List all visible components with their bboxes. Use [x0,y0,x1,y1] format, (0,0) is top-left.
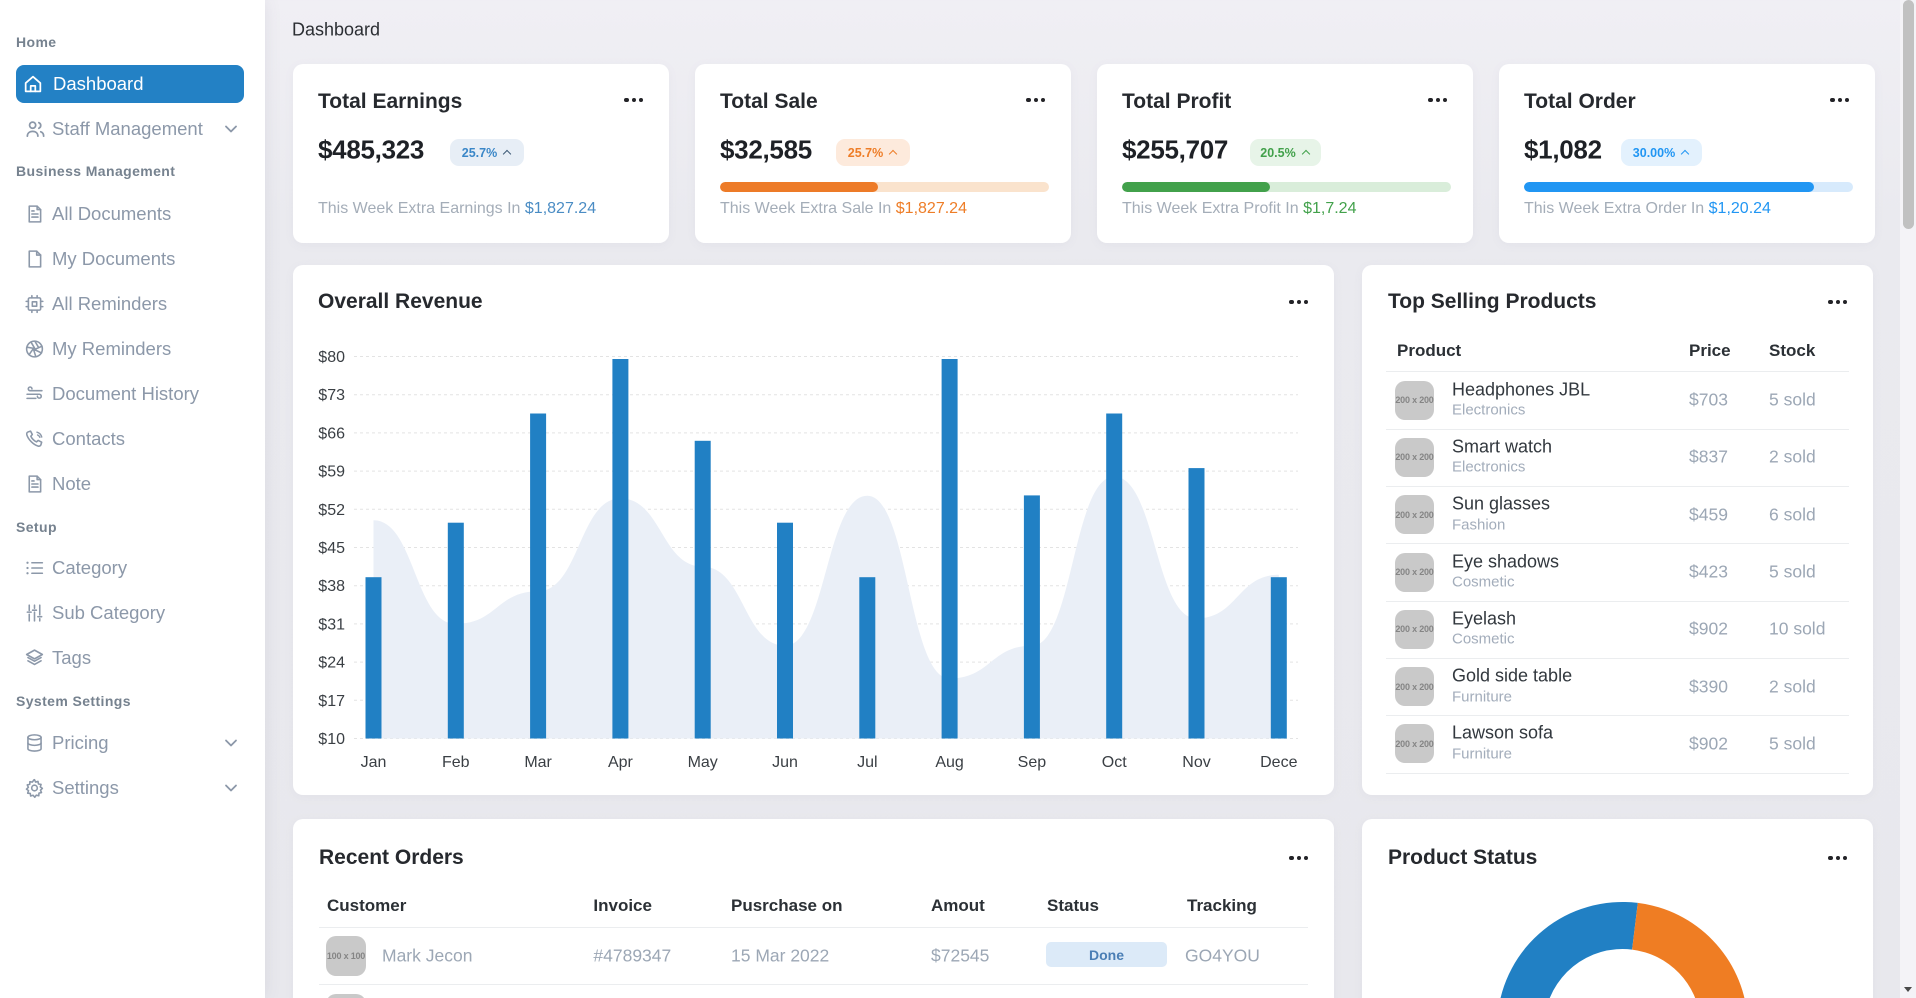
svg-text:Feb: Feb [442,754,470,771]
svg-text:Dece: Dece [1260,754,1297,771]
svg-text:Jul: Jul [857,754,877,771]
svg-text:Apr: Apr [608,754,634,771]
svg-text:$31: $31 [318,616,345,633]
svg-text:$66: $66 [318,425,345,442]
svg-text:Sep: Sep [1018,754,1047,771]
svg-text:$45: $45 [318,540,345,557]
svg-text:Aug: Aug [935,754,963,771]
svg-text:Jun: Jun [772,754,798,771]
svg-text:Nov: Nov [1182,754,1210,771]
svg-text:$52: $52 [318,502,345,519]
svg-text:May: May [688,754,718,771]
svg-text:$24: $24 [318,655,345,672]
svg-text:$73: $73 [318,387,345,404]
svg-text:$80: $80 [318,349,345,366]
svg-text:$17: $17 [318,693,345,710]
svg-text:Oct: Oct [1102,754,1127,771]
svg-text:$59: $59 [318,464,345,481]
svg-text:$10: $10 [318,731,345,748]
svg-text:$38: $38 [318,578,345,595]
svg-text:Mar: Mar [524,754,552,771]
svg-text:Jan: Jan [361,754,387,771]
